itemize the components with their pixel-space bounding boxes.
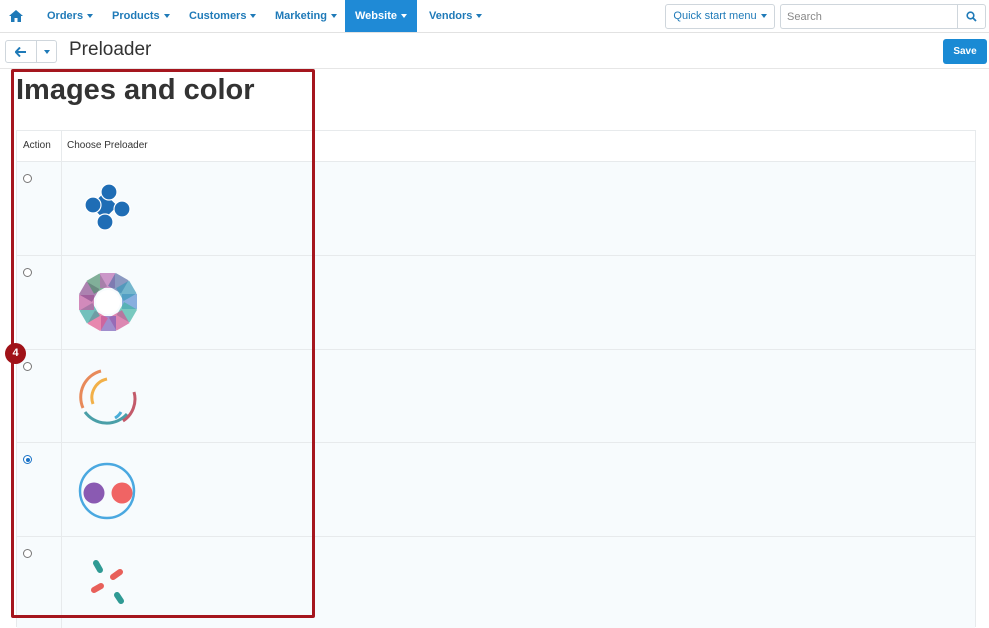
nav-products[interactable]: Products <box>112 0 170 32</box>
preloader-radio-2[interactable] <box>23 268 32 277</box>
preloader-arc-spinner-icon <box>79 369 137 425</box>
more-actions-dropdown[interactable] <box>37 40 57 63</box>
save-button[interactable]: Save <box>943 39 987 64</box>
preloader-radio-3[interactable] <box>23 362 32 371</box>
chevron-down-icon <box>44 50 50 54</box>
section-title: Images and color <box>16 74 255 106</box>
chevron-down-icon <box>330 14 337 19</box>
quick-start-menu-button[interactable]: Quick start menu <box>665 4 775 29</box>
step-badge: 4 <box>5 343 26 364</box>
nav-website[interactable]: Website <box>345 0 417 32</box>
chevron-down-icon <box>400 14 407 19</box>
preloader-table: Action Choose Preloader <box>16 130 976 628</box>
search-input[interactable] <box>780 4 957 29</box>
nav-orders[interactable]: Orders <box>47 0 94 32</box>
nav-customers[interactable]: Customers <box>189 0 257 32</box>
search-icon <box>966 11 977 22</box>
chevron-down-icon <box>476 14 483 19</box>
column-header-action: Action <box>23 140 51 151</box>
column-divider <box>61 131 62 628</box>
divider <box>0 68 989 69</box>
chevron-down-icon <box>87 14 94 19</box>
table-header: Action Choose Preloader <box>17 131 975 162</box>
preloader-circle-dots-icon <box>78 462 136 520</box>
chevron-down-icon <box>250 14 257 19</box>
preloader-colorful-squares-icon <box>78 272 138 332</box>
back-button[interactable] <box>5 40 37 63</box>
search-button[interactable] <box>957 4 986 29</box>
nav-marketing[interactable]: Marketing <box>275 0 337 32</box>
table-row <box>17 256 975 350</box>
table-row <box>17 537 975 628</box>
column-header-choose-preloader: Choose Preloader <box>67 140 148 151</box>
page-title: Preloader <box>69 39 152 60</box>
arrow-left-icon <box>15 47 26 57</box>
home-icon[interactable] <box>8 9 24 23</box>
table-row <box>17 443 975 537</box>
table-row <box>17 350 975 443</box>
table-row <box>17 162 975 256</box>
preloader-radio-1[interactable] <box>23 174 32 183</box>
chevron-down-icon <box>760 14 767 19</box>
top-navigation: Orders Products Customers Marketing Webs… <box>0 0 989 33</box>
chevron-down-icon <box>163 14 170 19</box>
preloader-radio-4[interactable] <box>23 455 32 464</box>
preloader-dashes-icon <box>91 560 124 604</box>
preloader-blue-dots-icon <box>84 183 131 231</box>
preloader-radio-5[interactable] <box>23 549 32 558</box>
nav-vendors[interactable]: Vendors <box>429 0 483 32</box>
